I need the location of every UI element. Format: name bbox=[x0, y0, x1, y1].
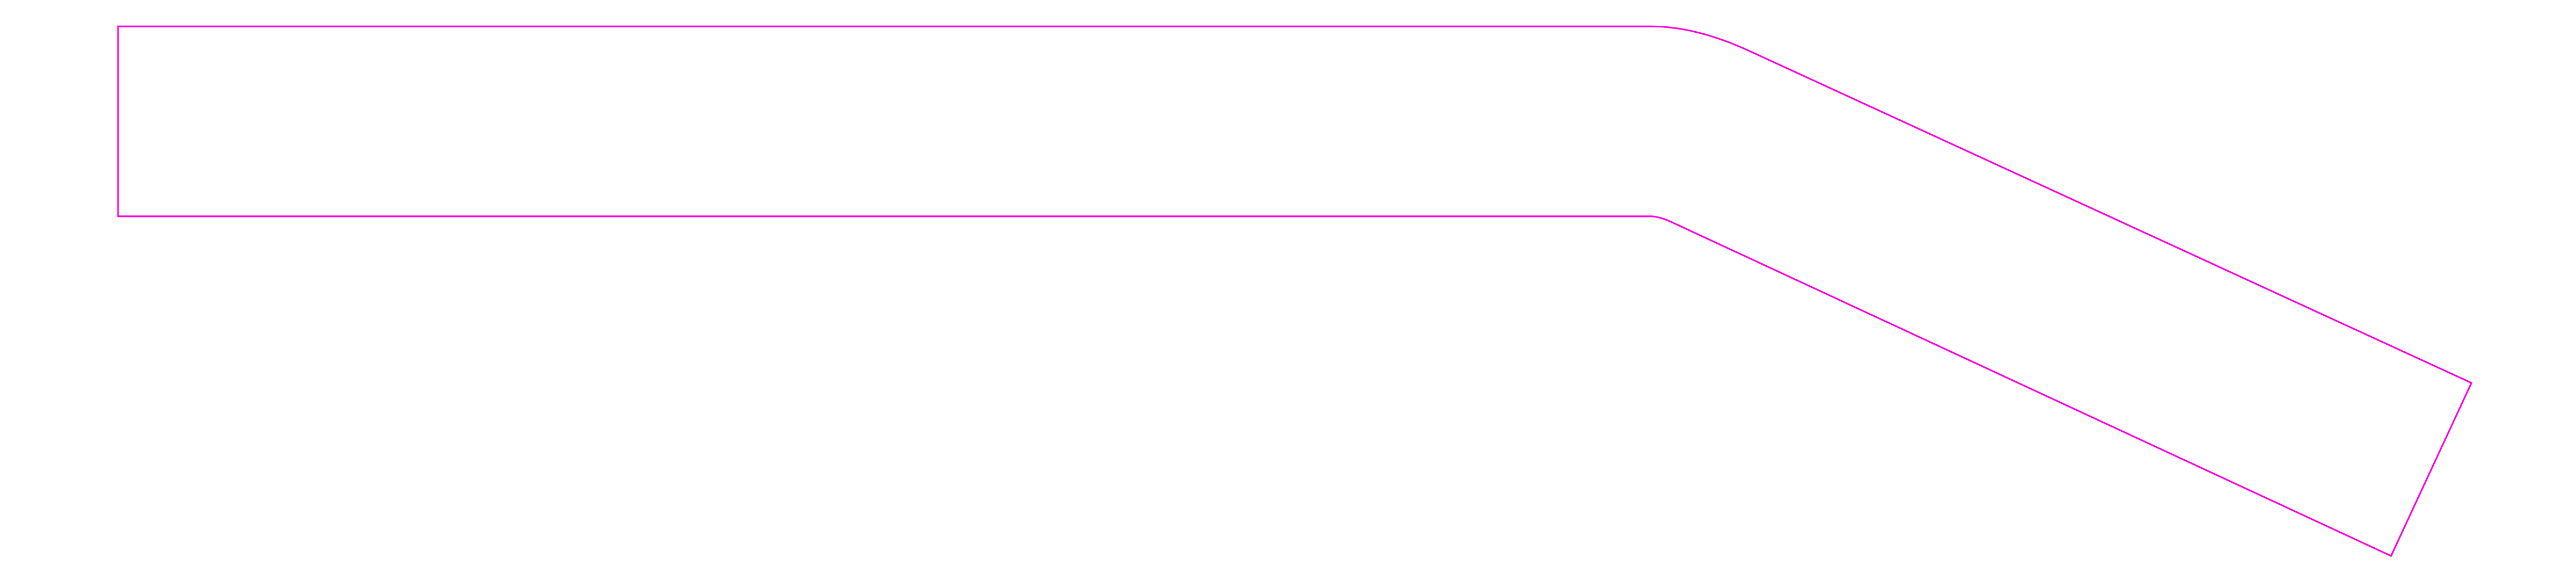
drawing-canvas bbox=[117, 25, 2473, 557]
bent-bar-outline bbox=[117, 25, 2473, 557]
